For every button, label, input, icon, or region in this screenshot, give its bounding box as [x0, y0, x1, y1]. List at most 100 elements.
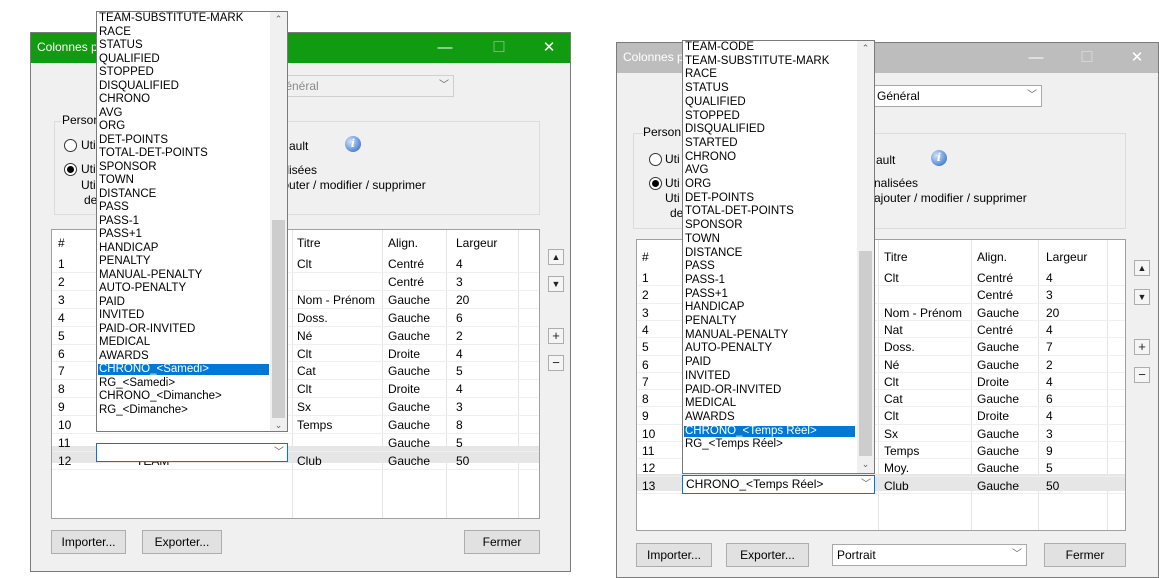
field-edit-combo[interactable]: ﹀ — [96, 443, 288, 462]
row-titre[interactable]: Nat — [884, 323, 903, 337]
row-titre[interactable]: Temps — [297, 418, 332, 432]
row-titre[interactable]: Temps — [884, 444, 919, 458]
dropdown-item[interactable]: PASS-1 — [98, 215, 269, 227]
row-align[interactable]: Gauche — [977, 340, 1019, 354]
dropdown-item[interactable]: ORG — [98, 120, 269, 132]
dropdown-item[interactable]: TOTAL-DET-POINTS — [684, 206, 855, 218]
row-largeur[interactable]: 6 — [1046, 392, 1053, 406]
dropdown-item[interactable]: PASS+1 — [98, 228, 269, 240]
dropdown-item[interactable]: MEDICAL — [684, 397, 855, 409]
row-number[interactable]: 12 — [58, 454, 71, 468]
row-largeur[interactable]: 4 — [456, 382, 463, 396]
dropdown-item[interactable]: STOPPED — [98, 66, 269, 78]
row-largeur[interactable]: 5 — [456, 436, 463, 450]
row-number[interactable]: 1 — [642, 271, 649, 285]
row-largeur[interactable]: 7 — [1046, 340, 1053, 354]
row-align[interactable]: Gauche — [388, 454, 430, 468]
row-largeur[interactable]: 3 — [456, 275, 463, 289]
row-number[interactable]: 10 — [642, 427, 655, 441]
row-number[interactable]: 12 — [642, 461, 655, 475]
dropdown-item[interactable]: AUTO-PENALTY — [684, 343, 855, 355]
row-largeur[interactable]: 8 — [456, 418, 463, 432]
export-button[interactable]: Exporter... — [142, 530, 222, 554]
row-align[interactable]: Gauche — [977, 461, 1019, 475]
row-number[interactable]: 8 — [642, 392, 649, 406]
remove-row-button[interactable]: − — [1134, 367, 1150, 383]
scroll-down-icon[interactable]: ⌄ — [857, 459, 874, 470]
row-align[interactable]: Gauche — [388, 311, 430, 325]
row-titre[interactable]: Sx — [884, 427, 898, 441]
row-titre[interactable]: Cat — [884, 392, 903, 406]
col-header-largeur[interactable]: Largeur — [456, 236, 497, 250]
row-titre[interactable]: Clt — [884, 375, 899, 389]
row-number[interactable]: 9 — [642, 409, 649, 423]
row-largeur[interactable]: 20 — [1046, 306, 1059, 320]
dropdown-item[interactable]: RACE — [98, 26, 269, 38]
row-align[interactable]: Gauche — [388, 418, 430, 432]
dropdown-item[interactable]: TEAM-CODE — [684, 41, 855, 53]
col-header-titre[interactable]: Titre — [884, 250, 908, 264]
field-dropdown-list[interactable]: TEAM-SUBSTITUTE-MARK RACE STATUS QUALIFIED S… — [96, 11, 288, 432]
row-titre[interactable]: Né — [884, 358, 899, 372]
row-titre[interactable]: Clt — [297, 347, 312, 361]
dropdown-item[interactable]: PENALTY — [98, 255, 269, 267]
row-number[interactable]: 4 — [642, 323, 649, 337]
dropdown-item[interactable]: PAID — [684, 356, 855, 368]
row-titre[interactable]: Clt — [884, 409, 899, 423]
row-align[interactable]: Gauche — [388, 400, 430, 414]
dropdown-item[interactable]: HANDICAP — [684, 302, 855, 314]
chevron-down-icon[interactable]: ﹀ — [274, 444, 284, 461]
row-number[interactable]: 2 — [58, 275, 65, 289]
dropdown-item[interactable]: DET-POINTS — [684, 192, 855, 204]
row-largeur[interactable]: 4 — [456, 257, 463, 271]
row-number[interactable]: 6 — [58, 347, 65, 361]
row-largeur[interactable]: 9 — [1046, 444, 1053, 458]
dropdown-item[interactable]: INVITED — [98, 309, 269, 321]
move-down-button[interactable]: ▼ — [548, 276, 564, 292]
row-largeur[interactable]: 20 — [456, 293, 469, 307]
row-largeur[interactable]: 2 — [456, 329, 463, 343]
row-largeur[interactable]: 5 — [456, 364, 463, 378]
close-button[interactable]: Fermer — [1044, 543, 1126, 567]
dropdown-item[interactable]: CHRONO_<Dimanche> — [98, 390, 269, 402]
dropdown-item[interactable]: TOWN — [98, 174, 269, 186]
move-up-button[interactable]: ▲ — [1134, 260, 1150, 276]
dropdown-item[interactable]: TOTAL-DET-POINTS — [98, 147, 269, 159]
row-align[interactable]: Gauche — [977, 479, 1019, 493]
row-largeur[interactable]: 4 — [1046, 271, 1053, 285]
row-largeur[interactable]: 50 — [1046, 479, 1059, 493]
dropdown-item[interactable]: TEAM-SUBSTITUTE-MARK — [98, 12, 269, 24]
dropdown-item[interactable]: PENALTY — [684, 315, 855, 327]
dropdown-item[interactable]: DISTANCE — [98, 188, 269, 200]
row-number[interactable]: 10 — [58, 418, 71, 432]
row-align[interactable]: Droite — [388, 347, 420, 361]
dropdown-item[interactable]: PASS+1 — [684, 288, 855, 300]
row-titre[interactable]: Nom - Prénom — [884, 306, 962, 320]
row-largeur[interactable]: 5 — [1046, 461, 1053, 475]
row-align[interactable]: Gauche — [977, 444, 1019, 458]
dropdown-item[interactable]: AWARDS — [98, 350, 269, 362]
row-align[interactable]: Gauche — [977, 427, 1019, 441]
row-titre[interactable]: Clt — [297, 257, 312, 271]
row-number[interactable]: 3 — [642, 306, 649, 320]
close-window-button[interactable]: ✕ — [1114, 43, 1158, 73]
info-icon[interactable]: i — [931, 150, 947, 166]
row-align[interactable]: Gauche — [977, 358, 1019, 372]
row-number[interactable]: 5 — [642, 340, 649, 354]
chevron-down-icon[interactable]: ﹀ — [861, 476, 871, 493]
dropdown-item[interactable]: CHRONO — [684, 151, 855, 163]
dropdown-scrollbar[interactable]: ⌃ ⌄ — [270, 12, 287, 431]
row-titre[interactable]: Doss. — [884, 340, 915, 354]
row-largeur[interactable]: 4 — [1046, 323, 1053, 337]
row-align[interactable]: Droite — [977, 375, 1009, 389]
row-align[interactable]: Gauche — [977, 392, 1019, 406]
dropdown-item[interactable]: STARTED — [684, 137, 855, 149]
row-titre[interactable]: Moy. — [884, 461, 909, 475]
row-align[interactable]: Gauche — [388, 436, 430, 450]
col-header-number[interactable]: # — [58, 236, 65, 250]
row-largeur[interactable]: 3 — [1046, 288, 1053, 302]
col-header-number[interactable]: # — [642, 250, 649, 264]
dropdown-item[interactable]: CHRONO_<Temps Réel> — [684, 425, 855, 437]
radio-default[interactable] — [64, 139, 77, 152]
row-number[interactable]: 9 — [58, 400, 65, 414]
